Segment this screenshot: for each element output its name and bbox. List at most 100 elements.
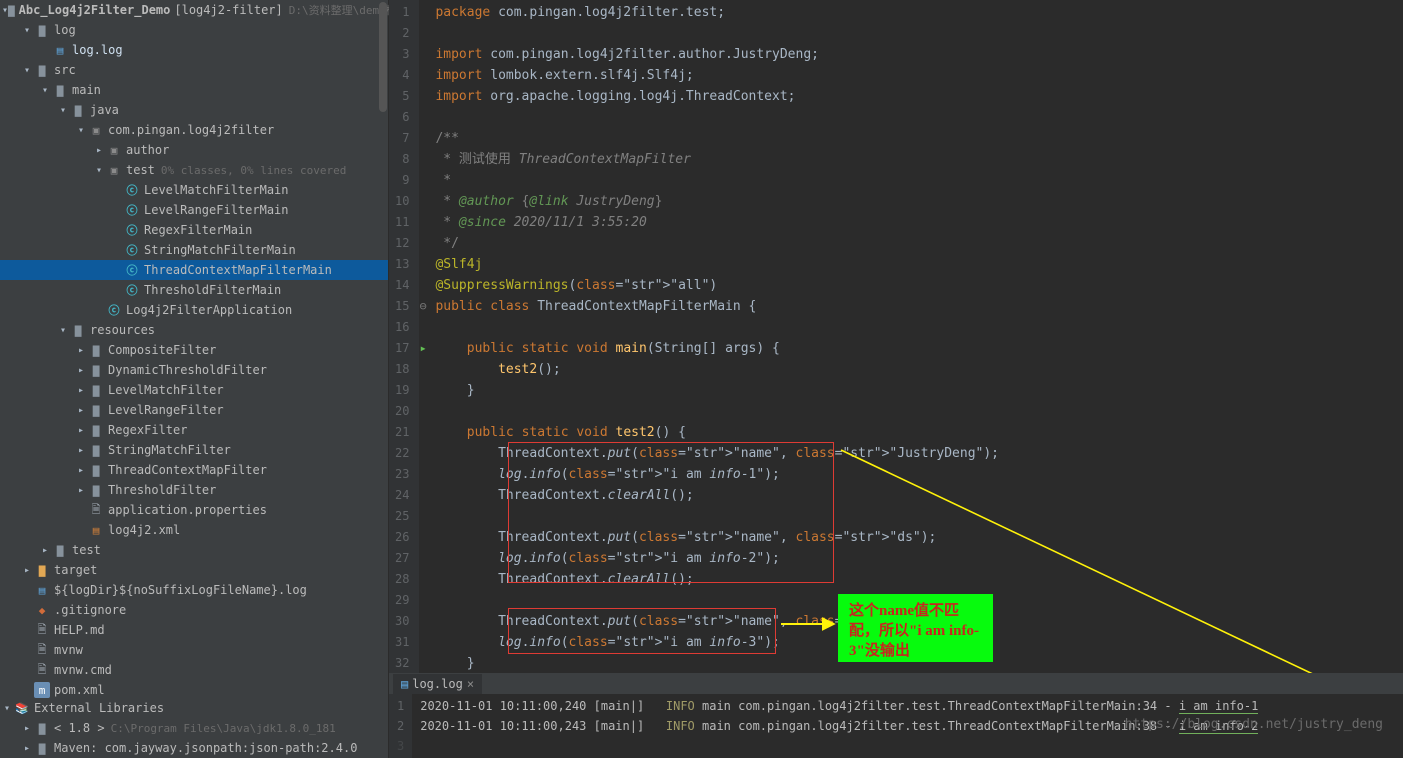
git-icon: ◆ [34, 602, 50, 618]
tree-item[interactable]: ⓒThresholdFilterMain [0, 280, 388, 300]
tree-item[interactable]: ⓒLevelMatchFilterMain [0, 180, 388, 200]
folder-icon: ▇ [8, 2, 15, 18]
chevron-right-icon: ▸ [74, 405, 88, 416]
tree-item-label: ThreadContextMapFilterMain [144, 263, 332, 277]
tree-item[interactable]: ▸▇CompositeFilter [0, 340, 388, 360]
tree-item[interactable]: ▤log4j2.xml [0, 520, 388, 540]
tree-item[interactable]: 🗎mvnw.cmd [0, 660, 388, 680]
external-libraries[interactable]: ▾ 📚 External Libraries [0, 698, 388, 718]
tree-item[interactable]: ▸▇DynamicThresholdFilter [0, 360, 388, 380]
java-icon: ⓒ [124, 222, 140, 238]
library-icon: 📚 [14, 700, 30, 716]
xml-icon: ▤ [88, 522, 104, 538]
tree[interactable]: ▾▇log▤log.log▾▇src▾▇main▾▇java▾▣com.ping… [0, 20, 388, 698]
tree-item-label: author [126, 143, 169, 157]
tree-item[interactable]: ▸▇ test [0, 540, 388, 560]
tree-item[interactable]: ▸▣author [0, 140, 388, 160]
java-icon: ⓒ [124, 262, 140, 278]
lib-jdk[interactable]: ▸ ▇ < 1.8 > C:\Program Files\Java\jdk1.8… [0, 718, 388, 738]
bottom-tab-label: log.log [412, 677, 463, 691]
tree-item[interactable]: ◆.gitignore [0, 600, 388, 620]
code-content[interactable]: package com.pingan.log4j2filter.test; im… [419, 0, 1403, 673]
chevron-right-icon: ▸ [20, 723, 34, 734]
tree-item-label: LevelMatchFilterMain [144, 183, 289, 197]
folder-icon: ▇ [88, 402, 104, 418]
chevron-right-icon: ▸ [74, 465, 88, 476]
folder-icon: ▇ [88, 462, 104, 478]
folder-icon: ▇ [34, 740, 50, 756]
tree-item[interactable]: mpom.xml [0, 680, 388, 698]
tree-item[interactable]: ⓒ ThreadContextMapFilterMain [0, 260, 388, 280]
tree-item[interactable]: 🗎mvnw [0, 640, 388, 660]
tree-item[interactable]: 🗎application.properties [0, 500, 388, 520]
tree-item[interactable]: ▾▣com.pingan.log4j2filter [0, 120, 388, 140]
tree-item-label: main [72, 83, 101, 97]
folder-icon: ▇ [52, 82, 68, 98]
scrollbar-thumb[interactable] [379, 2, 387, 112]
tree-item-label: mvnw.cmd [54, 663, 112, 677]
file-icon: 🗎 [34, 642, 50, 658]
chevron-right-icon: ▸ [38, 545, 52, 556]
tree-item[interactable]: ▤log.log [0, 40, 388, 60]
tree-item[interactable]: 🗎HELP.md [0, 620, 388, 640]
folder-icon: ▇ [34, 62, 50, 78]
chevron-right-icon: ▸ [74, 485, 88, 496]
tree-item-label: java [90, 103, 119, 117]
lib-label: Maven: com.jayway.jsonpath:json-path:2.4… [54, 741, 357, 755]
tree-item[interactable]: ▾▣test0% classes, 0% lines covered [0, 160, 388, 180]
tree-item-label: test [72, 543, 101, 557]
chevron-right-icon: ▸ [74, 385, 88, 396]
tree-item-label: ThresholdFilterMain [144, 283, 281, 297]
chevron-down-icon: ▾ [92, 165, 106, 176]
tree-item[interactable]: ▾▇src [0, 60, 388, 80]
log-icon: ▤ [401, 677, 408, 691]
tree-item[interactable]: ▸▇ThresholdFilter [0, 480, 388, 500]
bottom-tab[interactable]: ▤ log.log × [393, 674, 482, 694]
tree-item[interactable]: ▸▇RegexFilter [0, 420, 388, 440]
folder-orange-icon: ▇ [34, 562, 50, 578]
tree-item[interactable]: ▸▇LevelMatchFilter [0, 380, 388, 400]
tree-item[interactable]: ⓒStringMatchFilterMain [0, 240, 388, 260]
chevron-down-icon: ▾ [20, 65, 34, 76]
tree-item-label: log.log [72, 43, 123, 57]
lib-label: < 1.8 > [54, 721, 105, 735]
tree-item-label: LevelRangeFilterMain [144, 203, 289, 217]
tree-item[interactable]: ▸▇target [0, 560, 388, 580]
tree-item[interactable]: ▤${logDir}${noSuffixLogFileName}.log [0, 580, 388, 600]
lib-maven[interactable]: ▸ ▇ Maven: com.jayway.jsonpath:json-path… [0, 738, 388, 758]
folder-icon: ▇ [88, 362, 104, 378]
tree-item-label: StringMatchFilterMain [144, 243, 296, 257]
tree-item[interactable]: ⓒLog4j2FilterApplication [0, 300, 388, 320]
project-root[interactable]: ▾ ▇ Abc_Log4j2Filter_Demo [log4j2-filter… [0, 0, 388, 20]
module-name: [log4j2-filter] [174, 3, 282, 17]
tree-item-label: HELP.md [54, 623, 105, 637]
annotation-text: 这个name值不匹配，所以"i am info-3"没输出 [849, 603, 979, 659]
folder-icon: ▇ [34, 720, 50, 736]
tree-item-label: target [54, 563, 97, 577]
chevron-right-icon: ▸ [20, 743, 34, 754]
folder-icon: ▇ [70, 322, 86, 338]
tree-item[interactable]: ▾▇resources [0, 320, 388, 340]
tree-item-label: log [54, 23, 76, 37]
tree-item-label: StringMatchFilter [108, 443, 231, 457]
folder-icon: ▇ [88, 482, 104, 498]
project-tree-panel: ▾ ▇ Abc_Log4j2Filter_Demo [log4j2-filter… [0, 0, 389, 758]
close-icon[interactable]: × [467, 677, 474, 691]
chevron-right-icon: ▸ [74, 345, 88, 356]
tree-item-label: ${logDir}${noSuffixLogFileName}.log [54, 583, 307, 597]
tree-item[interactable]: ▾▇java [0, 100, 388, 120]
chevron-down-icon: ▾ [38, 85, 52, 96]
tree-item[interactable]: ▸▇LevelRangeFilter [0, 400, 388, 420]
tree-item[interactable]: ⓒLevelRangeFilterMain [0, 200, 388, 220]
tree-item-label: test [126, 163, 155, 177]
code-editor[interactable]: 123456789101112131415⊖1617▸1819202122232… [389, 0, 1403, 673]
folder-icon: ▇ [52, 542, 68, 558]
tree-item[interactable]: ▾▇ main [0, 80, 388, 100]
tree-item[interactable]: ▾▇log [0, 20, 388, 40]
chevron-right-icon: ▸ [74, 365, 88, 376]
tree-item[interactable]: ⓒRegexFilterMain [0, 220, 388, 240]
tree-item-label: com.pingan.log4j2filter [108, 123, 274, 137]
tree-item[interactable]: ▸▇StringMatchFilter [0, 440, 388, 460]
tree-item[interactable]: ▸▇ThreadContextMapFilter [0, 460, 388, 480]
chevron-down-icon: ▾ [0, 703, 14, 714]
